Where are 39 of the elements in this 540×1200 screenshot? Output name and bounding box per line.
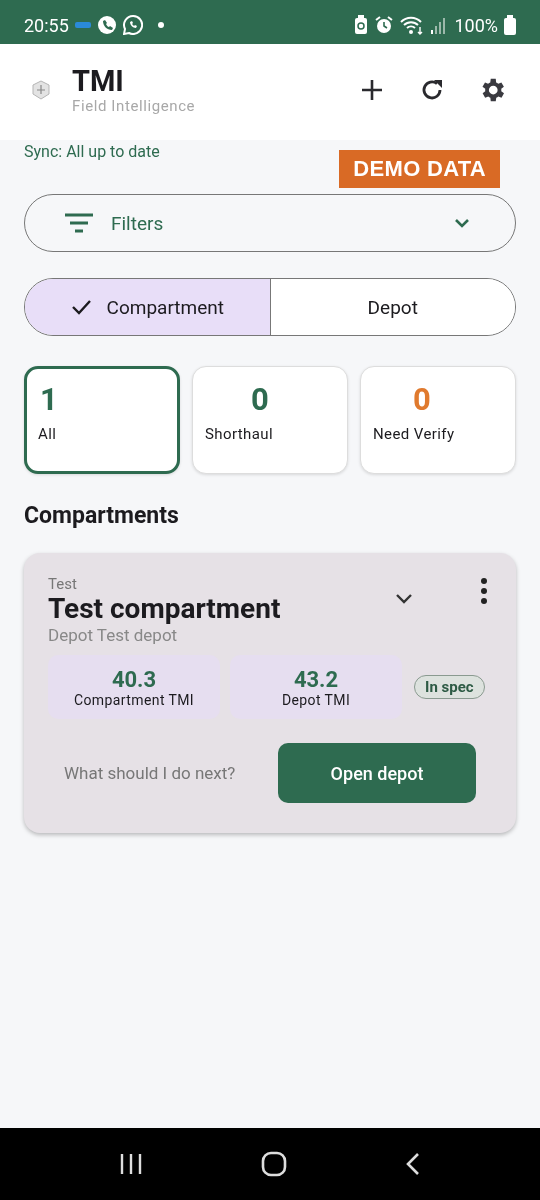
app-title: TMI [72, 65, 125, 97]
chat-icon [122, 15, 143, 35]
wifi-icon [400, 15, 425, 35]
card-overline: Test [48, 575, 78, 593]
card-subtitle: Depot Test depot [48, 625, 179, 645]
phone-icon [96, 15, 117, 35]
alarm-icon [374, 15, 395, 35]
card-title: Test compartment [48, 593, 282, 625]
chevron-icon [453, 216, 471, 230]
next-step-link[interactable]: What should I do next? [48, 762, 278, 784]
dot-icon [156, 21, 165, 29]
plus-icon [360, 78, 384, 102]
app-subtitle: Field Intelligence [72, 97, 197, 115]
stat-card[interactable]: 1 All [24, 366, 180, 474]
carrier-icon [74, 22, 91, 28]
logo-icon [30, 79, 52, 101]
more-icon [481, 578, 487, 604]
home-icon [261, 1151, 287, 1177]
battery-percent: 100% [454, 14, 498, 36]
open-depot-button[interactable]: Open depot [278, 743, 476, 803]
metric-tile: 43.2 Depot TMI [230, 655, 402, 719]
metric-tile: 40.3 Compartment TMI [48, 655, 220, 719]
view-toggle-tab[interactable]: Depot [269, 279, 515, 335]
back-icon [405, 1152, 421, 1176]
chevron-icon [395, 593, 413, 605]
battery-icon [504, 15, 516, 35]
clock-time: 20:55 [24, 14, 69, 36]
status-chip: In spec [414, 675, 485, 699]
view-toggle-tab[interactable]: Compartment [25, 279, 270, 335]
section-heading: Compartments [24, 502, 179, 529]
stat-card[interactable]: 0 Shorthaul [192, 366, 348, 474]
recents-icon [119, 1153, 143, 1175]
battery-saver-icon [354, 15, 369, 35]
sync-status: Sync: All up to date [24, 142, 160, 161]
filter-icon [65, 213, 93, 233]
check-icon [70, 299, 91, 315]
stat-card[interactable]: 0 Need Verify [360, 366, 516, 474]
filters-dropdown[interactable]: Filters [24, 194, 516, 252]
demo-data-badge: DEMO DATA [339, 150, 500, 188]
